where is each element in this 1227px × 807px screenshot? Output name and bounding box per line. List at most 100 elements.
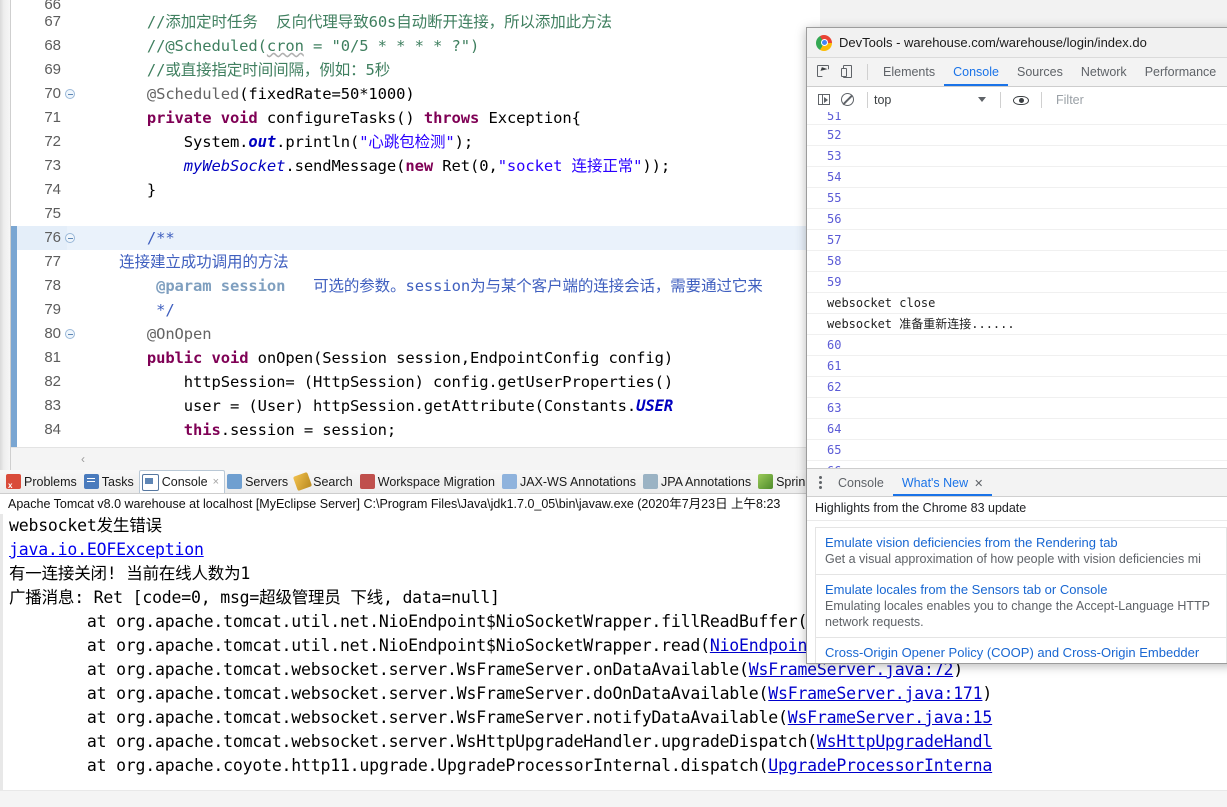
code-line[interactable]: 82 httpSession= (HttpSession) config.get… — [11, 370, 820, 394]
code-line-text: //或直接指定时间间隔，例如：5秒 — [146, 61, 391, 79]
code-lines-container[interactable]: 66 67 //添加定时任务 反向代理导致60s自动断开连接，所以添加此方法 68 … — [11, 0, 820, 448]
code-line[interactable]: 69 //或直接指定时间间隔，例如：5秒 — [11, 58, 820, 82]
toolbar-divider-2 — [1000, 92, 1001, 108]
view-tab-search[interactable]: Search — [293, 471, 358, 493]
drawer-tabbar[interactable]: Console What's New ✕ — [807, 469, 1227, 497]
console-sidebar-icon[interactable] — [813, 89, 835, 111]
view-tab-tasks[interactable]: Tasks — [82, 471, 139, 493]
change-bar — [11, 322, 17, 346]
code-line[interactable]: 75 — [11, 202, 820, 226]
device-toolbar-icon[interactable] — [837, 61, 859, 83]
devtools-titlebar[interactable]: DevTools - warehouse.com/warehouse/login… — [807, 28, 1227, 58]
code-line[interactable]: 79 */ — [11, 298, 820, 322]
chevron-down-icon — [978, 97, 986, 102]
view-tab-label: Tasks — [101, 474, 134, 489]
whats-new-item-title[interactable]: Emulate vision deficiencies from the Ren… — [825, 534, 1217, 551]
code-line-text: */ — [156, 301, 175, 319]
tasks-icon — [83, 474, 99, 489]
code-line-text: } — [73, 181, 157, 199]
console-filter-input[interactable]: Filter — [1048, 93, 1227, 107]
whats-new-item-title[interactable]: Cross-Origin Opener Policy (COOP) and Cr… — [825, 644, 1217, 661]
view-tab-label: Console — [161, 475, 208, 489]
whats-new-item[interactable]: Emulate vision deficiencies from the Ren… — [815, 527, 1227, 574]
view-tab-sprin[interactable]: Sprin — [756, 471, 810, 493]
line-number: 82 — [11, 370, 67, 394]
view-tab-console[interactable]: Console × — [138, 470, 226, 493]
editor-scroll-left-arrow[interactable]: ‹ — [81, 452, 85, 466]
view-tab-jax-ws-annotations[interactable]: JAX-WS Annotations — [500, 471, 641, 493]
code-line[interactable]: 78 @param session 可选的参数。session为与某个客户端的连… — [11, 274, 820, 298]
devtools-tab-performance[interactable]: Performance — [1136, 59, 1226, 86]
code-line[interactable]: 84 this.session = session; — [11, 418, 820, 442]
whats-new-item-title[interactable]: Emulate locales from the Sensors tab or … — [825, 581, 1217, 598]
search-icon — [293, 471, 313, 492]
code-fold-toggle-icon[interactable] — [65, 233, 75, 243]
drawer-tab-what-s-new[interactable]: What's New ✕ — [892, 470, 993, 496]
code-line-text: @OnOpen — [146, 325, 212, 343]
stacktrace-source-link[interactable]: UpgradeProcessorInterna — [768, 756, 992, 775]
stacktrace-source-link[interactable]: WsFrameServer.java:15 — [788, 708, 993, 727]
spring-icon — [758, 474, 774, 489]
view-tab-jpa-annotations[interactable]: JPA Annotations — [641, 471, 756, 493]
code-line[interactable]: 68 //@Scheduled(cron = "0/5 * * * * ?") — [11, 34, 820, 58]
code-line[interactable]: 81 public void onOpen(Session session,En… — [11, 346, 820, 370]
view-tab-servers[interactable]: Servers — [225, 471, 293, 493]
javascript-context-select[interactable]: top — [874, 93, 994, 107]
view-tab-label: Servers — [245, 474, 289, 489]
jaxws-annotations-icon — [501, 474, 517, 489]
console-horizontal-scrollbar[interactable] — [0, 790, 1227, 807]
stacktrace-source-link[interactable]: WsFrameServer.java:171 — [768, 684, 982, 703]
tabbar-divider — [867, 64, 868, 80]
devtools-tab-sources[interactable]: Sources — [1008, 59, 1072, 86]
devtools-tab-console[interactable]: Console — [944, 59, 1008, 86]
editor-horizontal-scrollbar[interactable]: ‹ — [11, 447, 820, 470]
devtools-tab-network[interactable]: Network — [1072, 59, 1136, 86]
code-line[interactable]: 76 /** — [11, 226, 820, 250]
view-tab-label: Search — [313, 474, 353, 489]
code-line[interactable]: 77 连接建立成功调用的方法 — [11, 250, 820, 274]
whats-new-item[interactable]: Cross-Origin Opener Policy (COOP) and Cr… — [815, 637, 1227, 663]
code-editor: 66 67 //添加定时任务 反向代理导致60s自动断开连接，所以添加此方法 68 … — [0, 0, 820, 470]
exception-class-link[interactable]: java.io.EOFException — [9, 540, 204, 559]
console-message: 63 — [807, 398, 1227, 419]
drawer-tab-console[interactable]: Console — [829, 470, 893, 496]
close-icon[interactable]: × — [213, 476, 219, 488]
devtools-panel-tabbar[interactable]: Elements Console Sources Network Performance — [807, 58, 1227, 87]
code-fold-toggle-icon[interactable] — [65, 329, 75, 339]
line-number: 71 — [11, 106, 67, 130]
code-line[interactable]: 73 myWebSocket.sendMessage(new Ret(0,"so… — [11, 154, 820, 178]
devtools-console-messages[interactable]: 51 52 53 54 55 56 57 58 59 websocket close websock… — [807, 112, 1227, 471]
change-bar — [11, 274, 17, 298]
whats-new-item[interactable]: Emulate locales from the Sensors tab or … — [815, 574, 1227, 637]
view-tab-problems[interactable]: Problems — [4, 471, 82, 493]
console-message: 51 — [807, 112, 1227, 125]
code-line[interactable]: 67 //添加定时任务 反向代理导致60s自动断开连接，所以添加此方法 — [11, 10, 820, 34]
code-line[interactable]: 71 private void configureTasks() throws … — [11, 106, 820, 130]
code-line-text — [67, 0, 73, 10]
code-fold-toggle-icon[interactable] — [65, 89, 75, 99]
code-line[interactable]: 74 } — [11, 178, 820, 202]
view-tab-label: JPA Annotations — [660, 474, 752, 489]
view-tab-workspace-migration[interactable]: Workspace Migration — [358, 471, 500, 493]
live-expression-eye-icon[interactable] — [1010, 89, 1032, 111]
close-icon[interactable]: ✕ — [974, 478, 983, 490]
whats-new-list[interactable]: Emulate vision deficiencies from the Ren… — [807, 521, 1227, 663]
view-tab-label: JAX-WS Annotations — [519, 474, 636, 489]
console-toolbar[interactable]: top Filter — [807, 87, 1227, 114]
servers-icon — [227, 474, 243, 489]
inspect-element-icon[interactable] — [813, 61, 835, 83]
code-line[interactable]: 80 @OnOpen — [11, 322, 820, 346]
line-number: 83 — [11, 394, 67, 418]
line-number: 76 — [11, 226, 75, 250]
code-line[interactable]: 83 user = (User) httpSession.getAttribut… — [11, 394, 820, 418]
view-tab-label: Sprin — [776, 474, 806, 489]
code-line[interactable]: 70 @Scheduled(fixedRate=50*1000) — [11, 82, 820, 106]
more-options-kebab-icon[interactable] — [811, 472, 829, 494]
code-line[interactable]: 66 — [11, 0, 820, 10]
devtools-tab-elements[interactable]: Elements — [874, 59, 944, 86]
console-message: 60 — [807, 335, 1227, 356]
clear-console-icon[interactable] — [837, 89, 859, 111]
code-line[interactable]: 72 System.out.println("心跳包检测"); — [11, 130, 820, 154]
app-root: 66 67 //添加定时任务 反向代理导致60s自动断开连接，所以添加此方法 68 … — [0, 0, 1227, 807]
stacktrace-source-link[interactable]: WsHttpUpgradeHandl — [817, 732, 992, 751]
